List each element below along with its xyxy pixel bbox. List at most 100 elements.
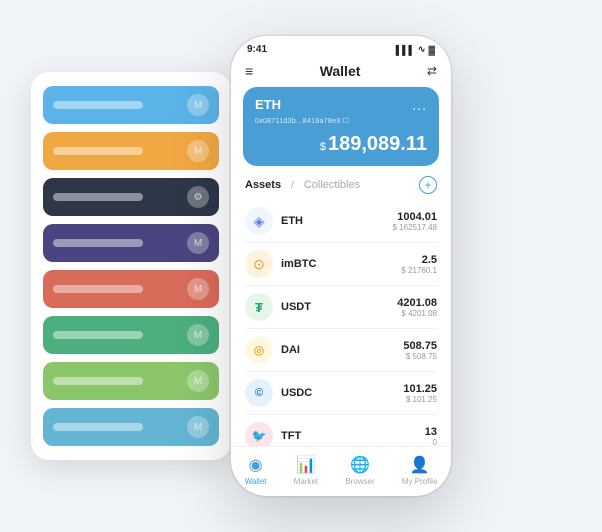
top-nav: ≡ Wallet ⇄ bbox=[231, 59, 451, 87]
eth-card[interactable]: ETH ... 0x08711d3b...8418a78e3 ☐ $189,08… bbox=[243, 87, 439, 166]
card-icon-5: M bbox=[187, 278, 209, 300]
card-item-5[interactable]: M bbox=[43, 270, 219, 308]
wallet-nav-label: Wallet bbox=[245, 477, 267, 486]
dai-asset-icon: ◎ bbox=[245, 336, 273, 364]
usdt-asset-name: USDT bbox=[281, 301, 397, 313]
assets-tabs: Assets / Collectibles + bbox=[231, 176, 451, 200]
battery-icon: ▓ bbox=[428, 45, 435, 55]
status-bar: 9:41 ▌▌▌ ∿ ▓ bbox=[231, 36, 451, 59]
eth-card-label: ETH bbox=[255, 97, 281, 112]
eth-asset-amounts: 1004.01 $ 162517.48 bbox=[393, 211, 438, 232]
tab-group: Assets / Collectibles bbox=[245, 179, 360, 191]
card-icon-7: M bbox=[187, 370, 209, 392]
usdt-asset-usd: $ 4201.08 bbox=[397, 309, 437, 318]
card-icon-2: M bbox=[187, 140, 209, 162]
usdc-asset-amount: 101.25 bbox=[403, 383, 437, 395]
nav-item-market[interactable]: 📊 Market bbox=[294, 455, 318, 486]
card-icon-6: M bbox=[187, 324, 209, 346]
status-icons: ▌▌▌ ∿ ▓ bbox=[396, 44, 435, 55]
asset-row-eth[interactable]: ◈ ETH 1004.01 $ 162517.48 bbox=[245, 200, 437, 243]
card-label-1 bbox=[53, 101, 143, 109]
market-nav-label: Market bbox=[294, 477, 318, 486]
imbtc-asset-usd: $ 21760.1 bbox=[401, 266, 437, 275]
eth-asset-icon: ◈ bbox=[245, 207, 273, 235]
tab-collectibles[interactable]: Collectibles bbox=[304, 179, 360, 191]
asset-list: ◈ ETH 1004.01 $ 162517.48 ⊙ imBTC 2.5 $ … bbox=[231, 200, 451, 446]
signal-icon: ▌▌▌ bbox=[396, 45, 415, 55]
menu-icon[interactable]: ≡ bbox=[245, 63, 253, 79]
card-label-4 bbox=[53, 239, 143, 247]
dai-asset-name: DAI bbox=[281, 344, 403, 356]
imbtc-asset-icon: ⊙ bbox=[245, 250, 273, 278]
asset-row-usdt[interactable]: ₮ USDT 4201.08 $ 4201.08 bbox=[245, 286, 437, 329]
eth-asset-name: ETH bbox=[281, 215, 393, 227]
tab-assets[interactable]: Assets bbox=[245, 179, 281, 191]
imbtc-asset-amounts: 2.5 $ 21760.1 bbox=[401, 254, 437, 275]
eth-address: 0x08711d3b...8418a78e3 ☐ bbox=[255, 117, 427, 125]
eth-balance-currency: $ bbox=[320, 141, 326, 153]
imbtc-asset-amount: 2.5 bbox=[401, 254, 437, 266]
status-time: 9:41 bbox=[247, 44, 267, 55]
eth-balance-amount: 189,089.11 bbox=[328, 133, 427, 155]
browser-nav-icon: 🌐 bbox=[350, 455, 370, 475]
eth-asset-amount: 1004.01 bbox=[393, 211, 438, 223]
tft-asset-name: TFT bbox=[281, 430, 425, 442]
eth-card-header: ETH ... bbox=[255, 97, 427, 113]
nav-item-profile[interactable]: 👤 My Profile bbox=[402, 455, 438, 486]
usdt-asset-icon: ₮ bbox=[245, 293, 273, 321]
eth-balance: $189,089.11 bbox=[255, 133, 427, 156]
card-label-5 bbox=[53, 285, 143, 293]
card-item-1[interactable]: M bbox=[43, 86, 219, 124]
usdc-asset-amounts: 101.25 $ 101.25 bbox=[403, 383, 437, 404]
scene: M M ⚙ M M M M M bbox=[11, 11, 591, 521]
card-item-7[interactable]: M bbox=[43, 362, 219, 400]
card-label-6 bbox=[53, 331, 143, 339]
phone-mockup: 9:41 ▌▌▌ ∿ ▓ ≡ Wallet ⇄ ETH ... 0x08711d… bbox=[231, 36, 451, 496]
dai-asset-amount: 508.75 bbox=[403, 340, 437, 352]
expand-icon[interactable]: ⇄ bbox=[427, 64, 437, 78]
wallet-nav-icon: ◉ bbox=[249, 455, 263, 475]
asset-row-usdc[interactable]: © USDC 101.25 $ 101.25 bbox=[245, 372, 437, 415]
asset-row-tft[interactable]: 🐦 TFT 13 0 bbox=[245, 415, 437, 446]
profile-nav-icon: 👤 bbox=[410, 455, 430, 475]
wifi-icon: ∿ bbox=[418, 44, 426, 55]
card-item-8[interactable]: M bbox=[43, 408, 219, 446]
asset-row-dai[interactable]: ◎ DAI 508.75 $ 508.75 bbox=[245, 329, 437, 372]
tft-asset-usd: 0 bbox=[425, 438, 437, 447]
card-item-3[interactable]: ⚙ bbox=[43, 178, 219, 216]
usdc-asset-usd: $ 101.25 bbox=[403, 395, 437, 404]
card-label-8 bbox=[53, 423, 143, 431]
tft-asset-amounts: 13 0 bbox=[425, 426, 437, 447]
eth-asset-usd: $ 162517.48 bbox=[393, 223, 438, 232]
card-item-2[interactable]: M bbox=[43, 132, 219, 170]
tft-asset-icon: 🐦 bbox=[245, 422, 273, 446]
card-item-6[interactable]: M bbox=[43, 316, 219, 354]
nav-item-browser[interactable]: 🌐 Browser bbox=[345, 455, 374, 486]
card-label-2 bbox=[53, 147, 143, 155]
usdc-asset-name: USDC bbox=[281, 387, 403, 399]
browser-nav-label: Browser bbox=[345, 477, 374, 486]
card-item-4[interactable]: M bbox=[43, 224, 219, 262]
tab-separator: / bbox=[291, 180, 294, 191]
usdt-asset-amounts: 4201.08 $ 4201.08 bbox=[397, 297, 437, 318]
bottom-nav: ◉ Wallet 📊 Market 🌐 Browser 👤 My Profile bbox=[231, 446, 451, 496]
card-icon-1: M bbox=[187, 94, 209, 116]
market-nav-icon: 📊 bbox=[296, 455, 316, 475]
nav-title: Wallet bbox=[320, 63, 361, 79]
card-icon-3: ⚙ bbox=[187, 186, 209, 208]
dai-asset-amounts: 508.75 $ 508.75 bbox=[403, 340, 437, 361]
asset-row-imbtc[interactable]: ⊙ imBTC 2.5 $ 21760.1 bbox=[245, 243, 437, 286]
card-stack: M M ⚙ M M M M M bbox=[31, 72, 231, 460]
add-asset-button[interactable]: + bbox=[419, 176, 437, 194]
nav-item-wallet[interactable]: ◉ Wallet bbox=[245, 455, 267, 486]
eth-card-dots[interactable]: ... bbox=[412, 97, 427, 113]
card-icon-8: M bbox=[187, 416, 209, 438]
imbtc-asset-name: imBTC bbox=[281, 258, 401, 270]
card-icon-4: M bbox=[187, 232, 209, 254]
dai-asset-usd: $ 508.75 bbox=[403, 352, 437, 361]
usdc-asset-icon: © bbox=[245, 379, 273, 407]
profile-nav-label: My Profile bbox=[402, 477, 438, 486]
tft-asset-amount: 13 bbox=[425, 426, 437, 438]
usdt-asset-amount: 4201.08 bbox=[397, 297, 437, 309]
card-label-3 bbox=[53, 193, 143, 201]
